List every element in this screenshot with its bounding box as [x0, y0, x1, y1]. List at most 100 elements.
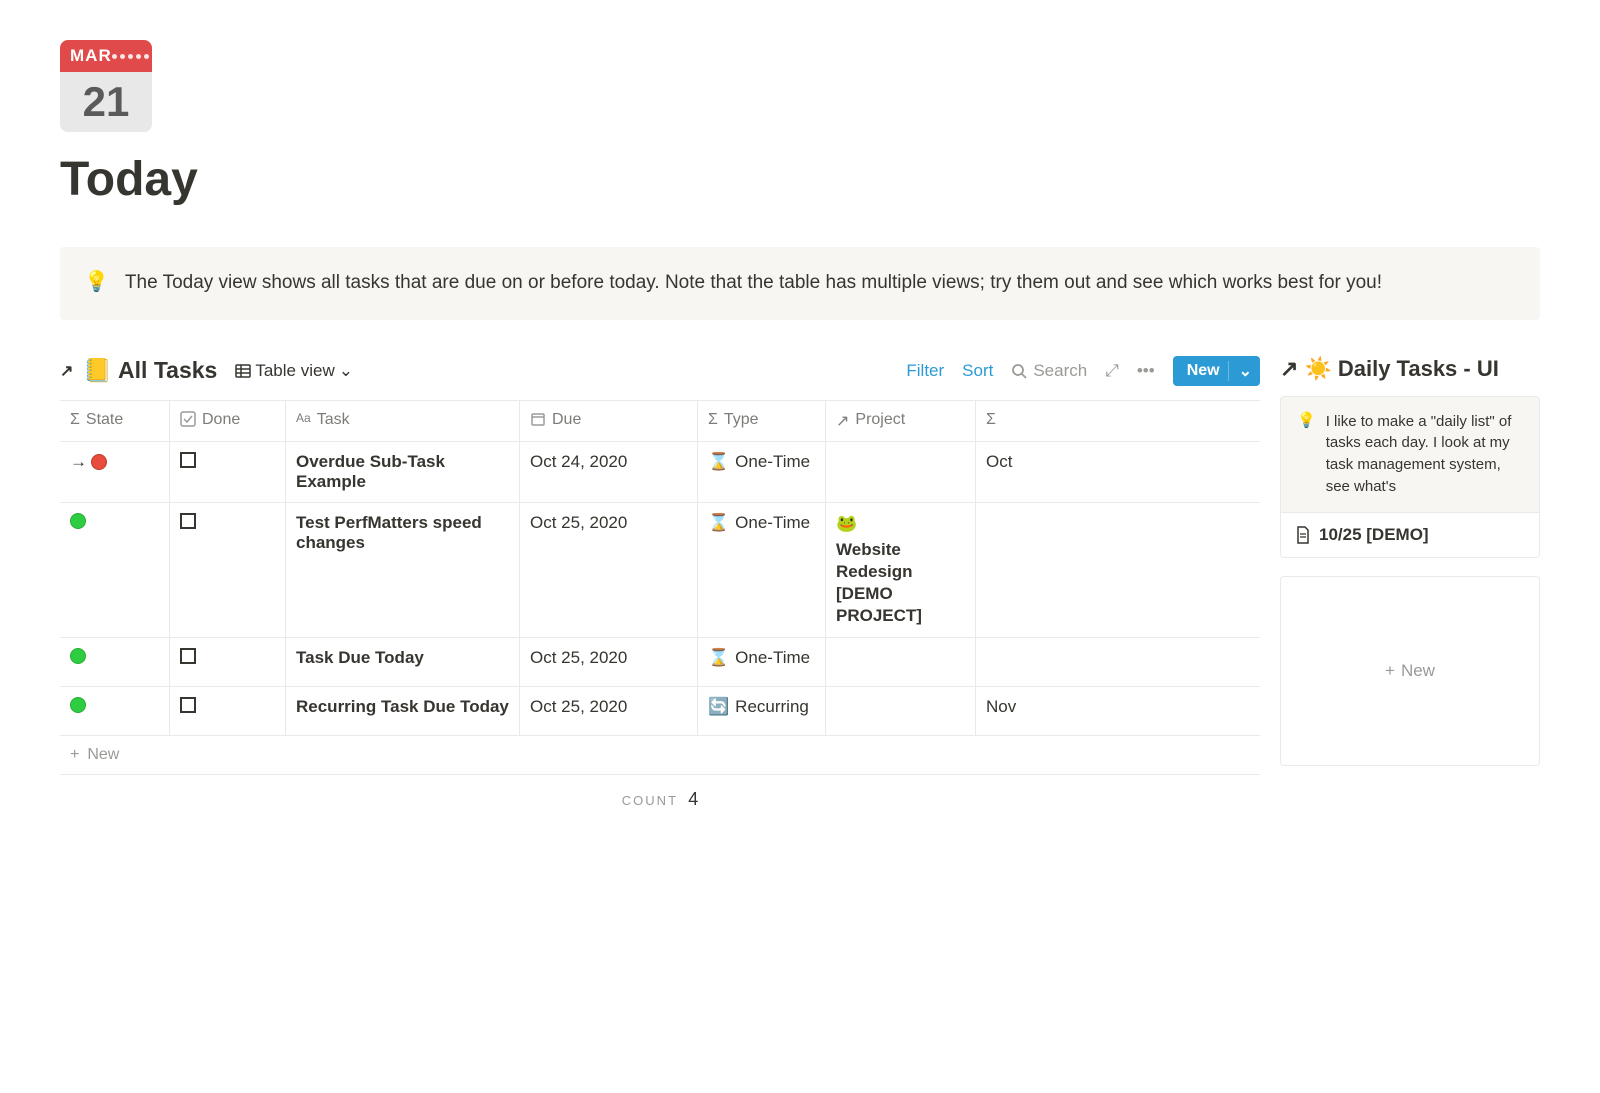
table-row[interactable]: Overdue Sub-Task Example Oct 24, 2020⌛One… — [60, 442, 1260, 503]
main-database: ↗ 📒 All Tasks Table view ⌄ Filter Sort — [60, 356, 1260, 824]
table-header: ΣState Done AaTask Due ΣType — [60, 401, 1260, 442]
col-extra[interactable]: Σ — [976, 401, 1016, 441]
cal-month: MAR — [70, 46, 112, 66]
state-arrow-icon — [70, 452, 107, 472]
type-icon: 🔄 — [708, 697, 729, 717]
checkbox[interactable] — [180, 697, 196, 713]
cell-done[interactable] — [170, 442, 286, 502]
lightbulb-icon: 💡 — [84, 269, 109, 298]
col-state[interactable]: ΣState — [60, 401, 170, 441]
note-card[interactable]: 💡 I like to make a "daily list" of tasks… — [1280, 396, 1540, 558]
table-icon — [235, 363, 251, 379]
view-label: Table view — [255, 361, 334, 381]
lightbulb-icon: 💡 — [1297, 411, 1316, 498]
task-name: Test PerfMatters speed changes — [296, 513, 509, 553]
cell-project[interactable] — [826, 687, 976, 735]
checkbox[interactable] — [180, 648, 196, 664]
cell-task[interactable]: Task Due Today — [286, 638, 520, 686]
task-name: Task Due Today — [296, 648, 424, 668]
cell-state — [60, 687, 170, 735]
database-emoji-icon: 📒 — [83, 357, 112, 384]
arrow-ne-icon: ↗ — [836, 411, 849, 431]
cell-extra: Oct — [976, 442, 1016, 502]
table-row[interactable]: Recurring Task Due TodayOct 25, 2020🔄Rec… — [60, 687, 1260, 736]
cell-type[interactable]: ⌛One-Time — [698, 638, 826, 686]
col-project[interactable]: ↗Project — [826, 401, 976, 441]
sigma-icon: Σ — [986, 411, 996, 429]
cell-due[interactable]: Oct 25, 2020 — [520, 638, 698, 686]
more-icon[interactable]: ••• — [1137, 361, 1155, 381]
sort-button[interactable]: Sort — [962, 361, 993, 381]
sigma-icon: Σ — [708, 411, 718, 429]
cell-state — [60, 442, 170, 502]
filter-button[interactable]: Filter — [906, 361, 944, 381]
new-button[interactable]: New ⌄ — [1173, 356, 1260, 386]
cell-task[interactable]: Test PerfMatters speed changes — [286, 503, 520, 637]
expand-icon[interactable]: ⤢ — [1105, 361, 1119, 381]
note-preview-text: I like to make a "daily list" of tasks e… — [1326, 411, 1523, 498]
checkbox-icon — [180, 411, 196, 427]
add-card[interactable]: + New — [1280, 576, 1540, 766]
task-name: Overdue Sub-Task Example — [296, 452, 509, 492]
arrow-ne-icon[interactable]: ↗ — [60, 361, 73, 381]
cell-type[interactable]: 🔄Recurring — [698, 687, 826, 735]
state-dot — [70, 513, 86, 529]
cell-type[interactable]: ⌛One-Time — [698, 442, 826, 502]
checkbox[interactable] — [180, 513, 196, 529]
page-title[interactable]: Today — [60, 152, 1540, 207]
col-due[interactable]: Due — [520, 401, 698, 441]
table-row[interactable]: Test PerfMatters speed changes Oct 25, 20… — [60, 503, 1260, 638]
table-row[interactable]: Task Due Today Oct 25, 2020⌛One-Time — [60, 638, 1260, 687]
callout: 💡 The Today view shows all tasks that ar… — [60, 247, 1540, 320]
state-dot — [70, 697, 86, 713]
chevron-down-icon: ⌄ — [339, 361, 353, 381]
cell-due[interactable]: Oct 25, 2020 — [520, 687, 698, 735]
checkbox[interactable] — [180, 452, 196, 468]
state-dot — [70, 648, 86, 664]
type-icon: ⌛ — [708, 648, 729, 668]
col-type[interactable]: ΣType — [698, 401, 826, 441]
cell-project[interactable]: 🐸 Website Redesign [DEMO PROJECT] — [826, 503, 976, 637]
plus-icon: + — [1385, 661, 1395, 681]
plus-icon: + — [70, 746, 79, 764]
chevron-down-icon[interactable]: ⌄ — [1228, 361, 1252, 381]
page-icon — [1295, 526, 1311, 544]
calendar-icon — [530, 411, 546, 427]
cell-due[interactable]: Oct 25, 2020 — [520, 503, 698, 637]
cal-day: 21 — [83, 78, 130, 126]
cell-project[interactable] — [826, 638, 976, 686]
search-button[interactable]: Search — [1011, 361, 1087, 381]
view-selector[interactable]: Table view ⌄ — [235, 361, 353, 381]
cell-extra — [976, 638, 1016, 686]
col-done[interactable]: Done — [170, 401, 286, 441]
sidebar: ↗ ☀️ Daily Tasks - UI 💡 I like to make a… — [1280, 356, 1540, 824]
database-title[interactable]: All Tasks — [118, 357, 217, 384]
cell-extra: Nov — [976, 687, 1016, 735]
text-icon: Aa — [296, 411, 311, 425]
search-icon — [1011, 363, 1027, 379]
type-icon: ⌛ — [708, 452, 729, 472]
cell-task[interactable]: Recurring Task Due Today — [286, 687, 520, 735]
cell-project[interactable] — [826, 442, 976, 502]
cell-due[interactable]: Oct 24, 2020 — [520, 442, 698, 502]
sigma-icon: Σ — [70, 411, 80, 429]
cell-done[interactable] — [170, 687, 286, 735]
sidebar-db-title[interactable]: Daily Tasks - UI — [1338, 356, 1499, 382]
sun-icon: ☀️ — [1304, 356, 1331, 382]
col-task[interactable]: AaTask — [286, 401, 520, 441]
arrow-ne-icon[interactable]: ↗ — [1280, 356, 1298, 382]
cell-done[interactable] — [170, 503, 286, 637]
callout-text: The Today view shows all tasks that are … — [125, 269, 1382, 298]
tasks-table: ΣState Done AaTask Due ΣType — [60, 400, 1260, 775]
cell-state — [60, 638, 170, 686]
page-icon[interactable]: MAR 21 — [60, 40, 152, 132]
add-row[interactable]: + New — [60, 736, 1260, 775]
note-title: 10/25 [DEMO] — [1319, 525, 1429, 545]
cell-state — [60, 503, 170, 637]
project-icon: 🐸 — [836, 513, 857, 535]
cell-task[interactable]: Overdue Sub-Task Example — [286, 442, 520, 502]
cell-extra — [976, 503, 1016, 637]
cell-type[interactable]: ⌛One-Time — [698, 503, 826, 637]
cell-done[interactable] — [170, 638, 286, 686]
type-icon: ⌛ — [708, 513, 729, 533]
